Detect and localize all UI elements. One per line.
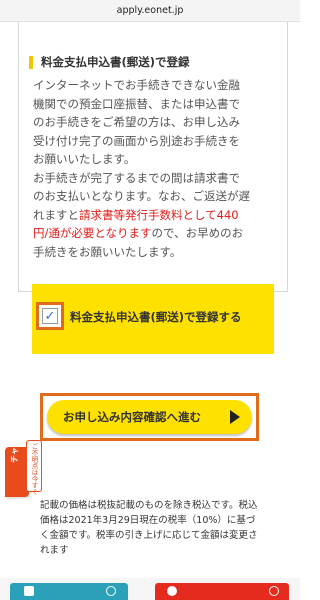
desc-text: れますと	[33, 207, 79, 222]
desc-line: 機関での預金口座振替、または申込書で	[33, 96, 240, 111]
note-line: 記載の価格は税抜記載のものを除き税込です。税込	[40, 500, 258, 511]
desc-line: 手続きをお願いいたします。	[33, 244, 182, 259]
proceed-to-confirmation-button[interactable]: お申し込み内容確認へ進む	[47, 400, 252, 434]
section-description: インターネットでお手続きできない金融 機関での預金口座振替、または申込書で のお…	[33, 76, 283, 261]
play-arrow-icon	[230, 410, 240, 424]
checkbox-highlight[interactable]: ✓	[36, 302, 64, 330]
register-by-mail-checkbox[interactable]: ✓	[42, 308, 58, 324]
desc-line: インターネットでお手続きできない金融	[33, 78, 240, 92]
payment-option-card: 料金支払申込書(郵送)で登録 インターネットでお手続きできない金融 機関での預金…	[18, 22, 288, 292]
url-text: apply.eonet.jp	[116, 5, 184, 16]
desc-line: お手続きが完了するまでの間は請求書で	[33, 170, 240, 185]
document-icon	[24, 586, 34, 596]
fee-warning-text: 請求書等発行手数料として440	[79, 207, 239, 222]
desc-line: 受け付け完了の画面から別途お手続きを	[33, 133, 240, 148]
fee-warning-text: 円/通が必要となります	[33, 226, 152, 240]
chevron-circle-icon	[269, 586, 279, 596]
chat-help-text: ご不明点は今すぐ	[30, 443, 38, 495]
desc-line: のお支払いとなります。なお、ご返送が遅	[33, 189, 251, 203]
desc-line: れますと請求書等発行手数料として440	[33, 206, 283, 225]
checkbox-label[interactable]: 料金支払申込書(郵送)で登録する	[70, 309, 242, 325]
chat-label: チャットへ	[10, 423, 19, 463]
desc-text: ので、お早めのお	[151, 226, 244, 240]
desc-line: お願いいたします。	[33, 152, 136, 166]
note-line: れます	[40, 545, 69, 556]
proceed-button-label: お申し込み内容確認へ進む	[63, 410, 201, 424]
browser-url-bar[interactable]: apply.eonet.jp	[0, 0, 300, 22]
desc-line: のお手続きをご希望の方は、お申し込み	[33, 115, 240, 129]
section-title: 料金支払申込書(郵送)で登録	[29, 56, 190, 69]
chat-help-tab[interactable]: ご不明点は今すぐ	[26, 440, 42, 495]
circle-icon	[167, 586, 177, 596]
note-line: く金額です。税率の引き上げに応じて金額は変更さ	[40, 530, 258, 541]
bottom-right-button[interactable]	[155, 583, 289, 600]
bottom-left-button[interactable]	[10, 583, 128, 600]
note-line: 価格は2021年3月29日現在の税率（10%）に基づ	[40, 515, 256, 526]
price-note: 記載の価格は税抜記載のものを除き税込です。税込 価格は2021年3月29日現在の…	[40, 498, 292, 558]
desc-line: 円/通が必要となりますので、お早めのお	[33, 224, 283, 243]
chevron-circle-icon	[106, 586, 116, 596]
